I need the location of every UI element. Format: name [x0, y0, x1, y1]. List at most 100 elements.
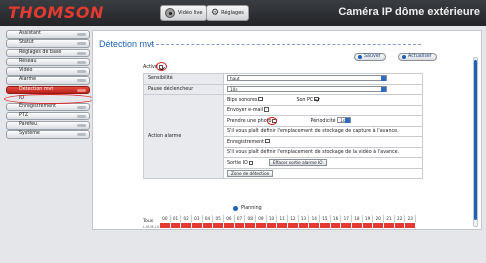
period-label: Périodicité [310, 119, 336, 125]
schedule-slot[interactable] [266, 223, 278, 228]
save-button[interactable]: Sauver [354, 53, 386, 61]
scrollbar[interactable] [473, 57, 478, 227]
schedule-slot[interactable] [320, 223, 331, 228]
schedule-slot[interactable] [181, 223, 193, 228]
hour-label: 00 [160, 215, 171, 222]
schedule-slot[interactable] [256, 223, 267, 228]
chevron-down-icon [77, 114, 86, 118]
page-title: Détection mvt [99, 39, 155, 49]
trigger-pause-select[interactable]: 10s [227, 85, 387, 92]
record-hint: S'il vous plaît définir l'emplacement de… [223, 146, 423, 158]
sidebar-item-label: Parefeu [19, 122, 38, 128]
hour-label: 20 [373, 215, 385, 222]
sensitivity-select[interactable]: haut [227, 75, 387, 82]
schedule-slot[interactable] [170, 223, 182, 228]
sidebar-item-ptz[interactable]: PTZ [6, 111, 90, 121]
chevron-down-icon [345, 118, 351, 124]
schedule-slot[interactable] [245, 223, 257, 228]
camera-icon [165, 8, 175, 18]
main-content: Détection mvt Sauver Actualiser Activé S… [92, 30, 482, 230]
schedule-slot[interactable] [352, 223, 363, 228]
hour-label: 09 [256, 215, 267, 222]
sidebar-item-label: Statut [19, 40, 34, 46]
tab-live-video[interactable]: Vidéo live [160, 5, 208, 21]
period-select[interactable]: 1s [337, 117, 352, 124]
io-output-checkbox[interactable] [248, 160, 254, 165]
pc-sound-checkbox[interactable] [314, 96, 319, 102]
schedule-slot[interactable] [341, 223, 353, 228]
schedule-slot[interactable] [394, 223, 406, 228]
hour-label: 15 [320, 215, 331, 222]
schedule-slot[interactable] [309, 223, 321, 228]
hour-label: 03 [192, 215, 203, 222]
detection-zone-button[interactable]: Zone de détection [227, 169, 274, 177]
title-divider [151, 44, 421, 45]
hour-label: 10 [267, 215, 278, 222]
save-icon [358, 55, 362, 59]
sidebar-item-system[interactable]: Système [6, 130, 90, 139]
schedule-slot[interactable] [405, 223, 417, 228]
hour-label: 04 [203, 215, 214, 222]
hour-label: 16 [331, 215, 342, 222]
chevron-down-icon [77, 60, 86, 64]
sidebar-item-label: Détection mvt [19, 86, 54, 92]
photo-hint: S'il vous plaît définir l'emplacement de… [223, 125, 423, 137]
chevron-down-icon [77, 105, 86, 109]
schedule-row-label: Tous [143, 219, 154, 224]
chevron-down-icon [77, 133, 86, 137]
schedule-slot[interactable] [213, 223, 225, 228]
chevron-down-icon [77, 33, 86, 36]
email-checkbox[interactable] [264, 107, 269, 112]
record-checkbox[interactable] [265, 138, 270, 144]
sidebar-item-video[interactable]: Vidéo [6, 67, 90, 76]
photo-label: Prendre une photo [227, 119, 272, 125]
chevron-down-icon [77, 51, 86, 55]
sidebar-item-label: Enregistrement [19, 103, 57, 109]
product-title: Caméra IP dôme extérieure [338, 6, 480, 18]
tab-settings[interactable]: ⚙ Réglages [206, 5, 249, 21]
refresh-icon [402, 55, 406, 59]
schedule-slot[interactable] [160, 223, 171, 228]
hour-label: 01 [171, 215, 182, 222]
schedule-slot[interactable] [277, 223, 289, 228]
chevron-down-icon [381, 76, 386, 82]
brand-logo: THOMSON [8, 3, 104, 22]
schedule-slot[interactable] [384, 223, 395, 228]
clear-io-alarm-button[interactable]: Effacer sortie alarme IO [268, 159, 327, 167]
schedule-slot[interactable] [362, 223, 374, 228]
schedule-bars[interactable] [160, 223, 417, 228]
hour-label: 11 [277, 215, 289, 222]
sidebar-item-basic-settings[interactable]: Réglages de base [6, 48, 90, 58]
sidebar-item-alarm[interactable]: Alarme [6, 76, 90, 85]
alarm-action-label: Action alarme [143, 94, 224, 179]
schedule-hours: 00 01 02 03 04 05 06 07 08 09 10 11 12 1… [160, 215, 417, 222]
schedule-slot[interactable] [373, 223, 385, 228]
sidebar-item-assistant[interactable]: Assistant [6, 30, 90, 39]
sidebar-item-motion-detection[interactable]: Détection mvt [6, 85, 90, 95]
hour-label: 13 [299, 215, 310, 222]
chevron-down-icon [77, 88, 86, 92]
sidebar-item-label: Réseau [19, 58, 37, 64]
chevron-down-icon [77, 42, 86, 46]
beep-checkbox[interactable] [258, 96, 263, 102]
schedule-slot[interactable] [224, 223, 235, 228]
sidebar-item-status[interactable]: Statut [6, 39, 90, 48]
schedule-slot[interactable] [288, 223, 299, 228]
motion-settings-table: Sensibilité haut Pause déclencheur 10s A… [143, 73, 423, 179]
sidebar-item-firewall[interactable]: Parefeu [6, 121, 90, 130]
planning-icon [233, 206, 238, 211]
hour-label: 05 [213, 215, 225, 222]
io-output-label: Sortie IO [227, 161, 248, 167]
sidebar-item-network[interactable]: Réseau [6, 57, 90, 67]
hour-label: 23 [405, 215, 417, 222]
scrollbar-thumb[interactable] [474, 60, 477, 220]
hour-label: 18 [352, 215, 363, 222]
schedule-slot[interactable] [298, 223, 310, 228]
schedule-slot[interactable] [330, 223, 342, 228]
tab-settings-label: Réglages [221, 10, 244, 16]
schedule-slot[interactable] [202, 223, 214, 228]
schedule-slot[interactable] [192, 223, 203, 228]
refresh-button[interactable]: Actualiser [398, 53, 437, 61]
schedule-slot[interactable] [234, 223, 246, 228]
sidebar-item-label: Vidéo [19, 68, 33, 74]
